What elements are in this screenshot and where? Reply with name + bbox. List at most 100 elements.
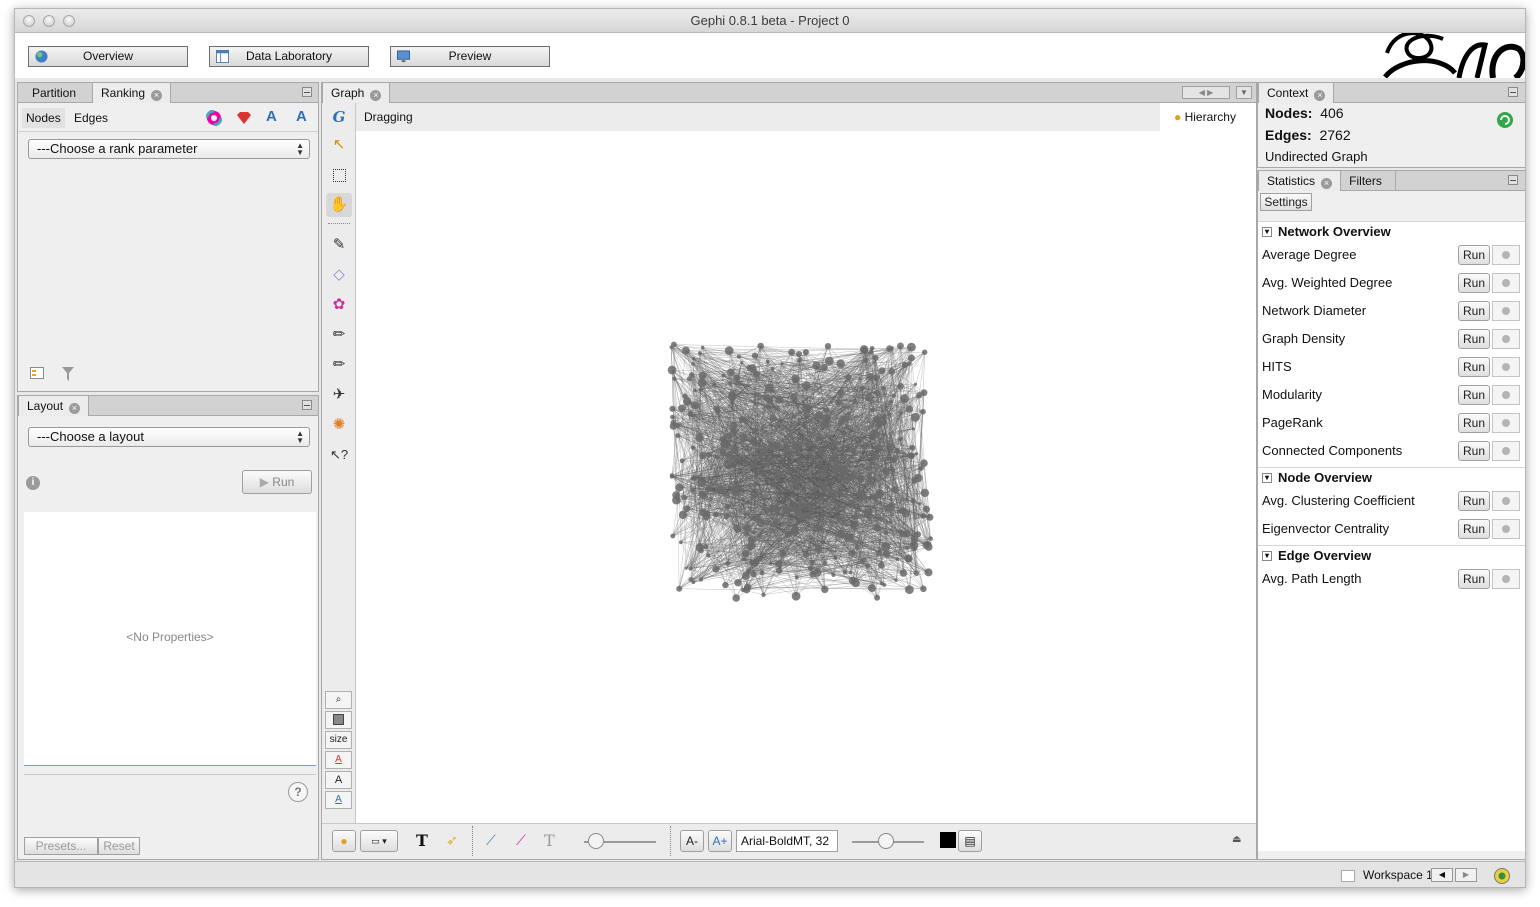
graph-node[interactable]: [683, 505, 691, 513]
close-icon[interactable]: ×: [370, 90, 382, 101]
graph-node[interactable]: [796, 459, 802, 465]
graph-node[interactable]: [768, 562, 772, 566]
graph-node[interactable]: [765, 359, 770, 364]
graph-node[interactable]: [762, 394, 769, 401]
graph-node[interactable]: [842, 476, 849, 483]
graph-node[interactable]: [670, 414, 675, 420]
statistic-run-button[interactable]: Run: [1458, 569, 1490, 589]
graph-node[interactable]: [746, 364, 752, 370]
graph-node[interactable]: [672, 376, 677, 381]
graph-node[interactable]: [775, 395, 784, 404]
graph-node[interactable]: [840, 415, 847, 422]
graph-node[interactable]: [889, 399, 893, 404]
graph-node[interactable]: [819, 469, 828, 478]
tab-partition[interactable]: Partition: [24, 83, 84, 103]
graph-node[interactable]: [819, 495, 825, 501]
graph-node[interactable]: [863, 357, 869, 363]
graph-node[interactable]: [926, 513, 934, 521]
graph-node[interactable]: [894, 448, 901, 454]
reset-button[interactable]: Reset: [98, 837, 140, 855]
graph-node[interactable]: [874, 444, 880, 451]
graph-node[interactable]: [699, 492, 707, 500]
graph-node[interactable]: [824, 343, 832, 350]
graph-node[interactable]: [827, 488, 837, 498]
screenshot-dropdown[interactable]: ▭ ▾: [360, 830, 398, 852]
statistics-section-header[interactable]: ▾ Node Overview: [1258, 467, 1525, 487]
graph-node[interactable]: [764, 510, 769, 515]
graph-node[interactable]: [757, 342, 764, 350]
graph-node[interactable]: [872, 354, 879, 361]
graph-node[interactable]: [836, 359, 845, 368]
graph-node[interactable]: [905, 585, 914, 594]
graph-node[interactable]: [832, 452, 840, 459]
graph-node[interactable]: [922, 541, 930, 549]
graph-node[interactable]: [887, 502, 896, 511]
graph-node[interactable]: [725, 561, 731, 566]
graph-node[interactable]: [736, 354, 741, 359]
statistic-report-icon[interactable]: [1492, 413, 1520, 433]
graph-node[interactable]: [724, 503, 731, 510]
graph-node[interactable]: [723, 513, 730, 520]
graph-node[interactable]: [812, 361, 821, 370]
graph-node[interactable]: [772, 520, 778, 525]
graph-node[interactable]: [792, 398, 797, 404]
graph-node[interactable]: [732, 482, 741, 492]
graph-node[interactable]: [743, 512, 747, 517]
graph-node[interactable]: [676, 585, 683, 592]
graph-node[interactable]: [722, 491, 728, 497]
show-labels-icon[interactable]: T: [416, 831, 428, 850]
graph-node[interactable]: [690, 401, 699, 410]
graph-node[interactable]: [854, 544, 861, 550]
graph-node[interactable]: [772, 481, 777, 487]
graph-node[interactable]: [924, 568, 933, 577]
graph-node[interactable]: [675, 433, 681, 439]
graph-node[interactable]: [761, 592, 766, 597]
graph-node[interactable]: [891, 486, 899, 494]
graph-node[interactable]: [797, 503, 804, 510]
graph-node[interactable]: [865, 466, 870, 471]
graph-node[interactable]: [824, 407, 830, 414]
graph-node[interactable]: [791, 505, 798, 513]
graph-node[interactable]: [859, 558, 866, 565]
graph-node[interactable]: [784, 530, 792, 538]
statistic-run-button[interactable]: Run: [1458, 491, 1490, 511]
graph-node[interactable]: [908, 452, 915, 459]
graph-node[interactable]: [753, 370, 760, 378]
graph-node[interactable]: [873, 374, 880, 382]
graph-node[interactable]: [909, 541, 919, 550]
shortest-path-icon[interactable]: ✈: [326, 383, 352, 407]
graph-node[interactable]: [700, 345, 705, 350]
statistic-run-button[interactable]: Run: [1458, 413, 1490, 433]
graph-node[interactable]: [819, 435, 824, 441]
statistics-section-header[interactable]: ▾ Network Overview: [1258, 221, 1525, 241]
graph-node[interactable]: [728, 390, 736, 398]
graph-node[interactable]: [797, 357, 803, 363]
graph-node[interactable]: [867, 477, 877, 486]
statistic-report-icon[interactable]: [1492, 245, 1520, 265]
graph-node[interactable]: [764, 458, 771, 465]
close-icon[interactable]: ×: [69, 403, 81, 414]
layout-select[interactable]: ---Choose a layout ▲ ▼: [28, 427, 310, 447]
zoom-window-button[interactable]: [63, 15, 75, 27]
graph-node[interactable]: [905, 497, 909, 501]
graph-node[interactable]: [690, 445, 695, 450]
graph-node[interactable]: [895, 557, 900, 561]
graph-node[interactable]: [871, 450, 875, 454]
pencil-icon[interactable]: ✏: [326, 323, 352, 347]
graph-node[interactable]: [712, 565, 720, 573]
graph-node[interactable]: [807, 505, 815, 512]
collapse-toolbar-icon[interactable]: ⏏: [1232, 834, 1241, 845]
tab-ranking[interactable]: Ranking ×: [92, 83, 172, 103]
statistic-report-icon[interactable]: [1492, 491, 1520, 511]
graph-node[interactable]: [882, 386, 887, 390]
graph-node[interactable]: [807, 565, 814, 572]
label-size-slider-thumb[interactable]: [878, 833, 894, 849]
graph-node[interactable]: [828, 520, 833, 524]
graph-node[interactable]: [905, 556, 912, 563]
graph-node[interactable]: [689, 372, 695, 378]
graph-node[interactable]: [688, 577, 694, 583]
graph-node[interactable]: [750, 495, 755, 500]
close-icon[interactable]: ×: [1321, 178, 1333, 189]
graph-node[interactable]: [795, 351, 803, 358]
graph-node[interactable]: [697, 351, 702, 356]
